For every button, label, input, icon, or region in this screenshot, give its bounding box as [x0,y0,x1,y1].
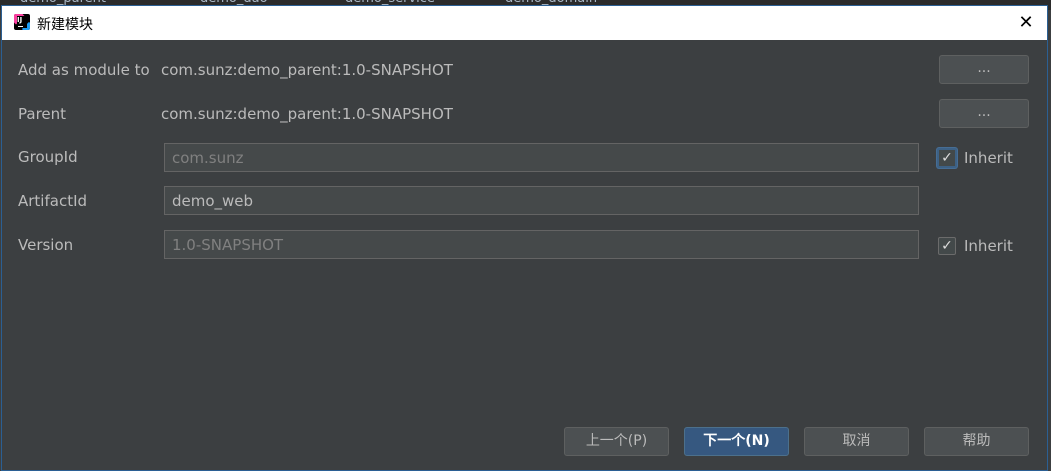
version-inherit-label: Inherit [964,237,1013,255]
version-field[interactable] [164,230,919,259]
previous-button[interactable]: 上一个(P) [564,427,669,456]
add-as-module-to-label: Add as module to [18,61,150,79]
artifact-id-label: ArtifactId [18,192,88,210]
parent-browse-button[interactable]: ... [939,99,1029,128]
help-button[interactable]: 帮助 [924,427,1029,456]
parent-value: com.sunz:demo_parent:1.0-SNAPSHOT [161,105,453,123]
close-button[interactable]: ✕ [1013,10,1039,36]
dialog-title-bar[interactable]: IJ 新建模块 ✕ [2,6,1047,40]
artifact-id-field[interactable] [164,186,919,215]
version-label: Version [18,236,74,254]
parent-label: Parent [18,105,67,123]
next-button[interactable]: 下一个(N) [684,427,789,456]
new-module-dialog: IJ 新建模块 ✕ Add as module to com.sunz:demo… [1,5,1048,471]
add-as-module-to-browse-button[interactable]: ... [939,55,1029,84]
close-icon: ✕ [1018,12,1034,33]
checkmark-icon: ✓ [938,237,956,255]
dialog-title: 新建模块 [37,17,93,33]
cancel-button[interactable]: 取消 [804,427,909,456]
group-id-inherit-label: Inherit [964,149,1013,167]
group-id-label: GroupId [18,148,78,166]
checkmark-icon: ✓ [937,148,957,168]
intellij-idea-icon: IJ [14,14,30,30]
add-as-module-to-value: com.sunz:demo_parent:1.0-SNAPSHOT [161,61,453,79]
group-id-field[interactable] [164,143,919,172]
